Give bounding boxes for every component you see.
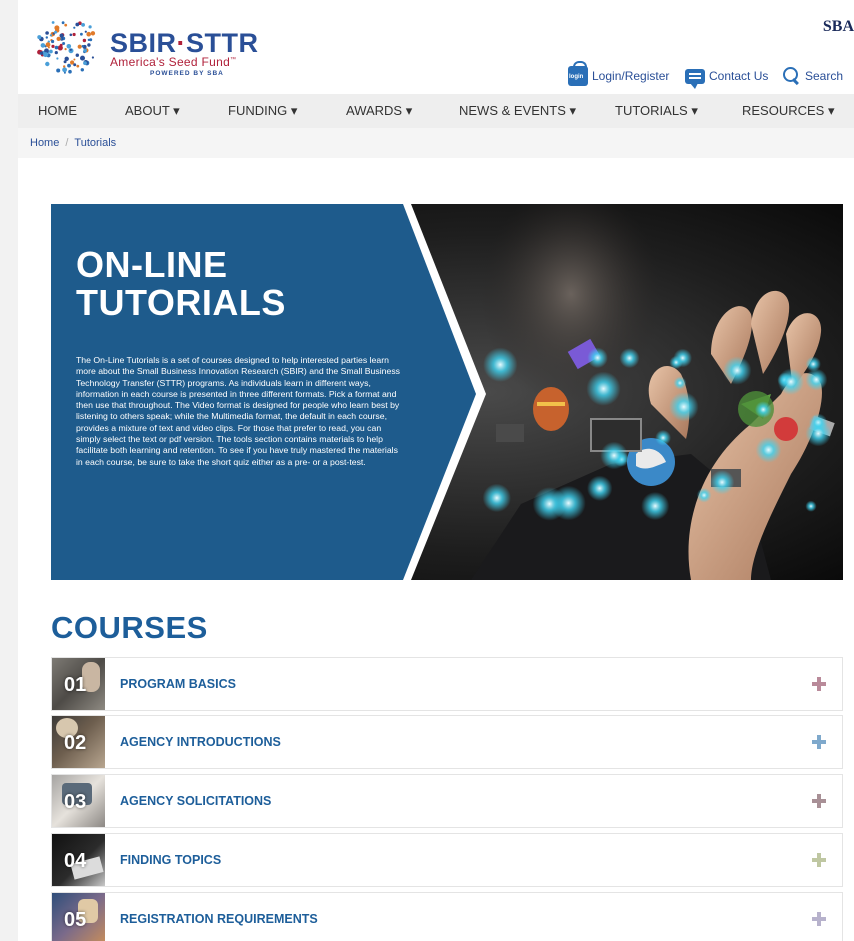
course-title[interactable]: REGISTRATION REQUIREMENTS (120, 893, 318, 941)
course-item[interactable]: 04 FINDING TOPICS (51, 833, 843, 887)
hero-banner: ON-LINE TUTORIALS The On-Line Tutorials … (51, 204, 843, 580)
contact-us-link[interactable]: Contact Us (685, 65, 769, 89)
nav-resources[interactable]: RESOURCES ▾ (742, 94, 835, 128)
course-number: 05 (64, 909, 87, 931)
course-number: 04 (64, 850, 87, 872)
expand-plus-icon[interactable] (812, 735, 826, 749)
courses-heading: COURSES (51, 610, 208, 645)
nav-awards[interactable]: AWARDS ▾ (346, 94, 412, 128)
search-label: Search (805, 69, 844, 83)
course-number: 02 (64, 732, 87, 754)
course-title[interactable]: AGENCY SOLICITATIONS (120, 775, 271, 827)
course-thumbnail: 05 (52, 893, 105, 941)
breadcrumb: Home / Tutorials (18, 128, 854, 158)
contact-us-label: Contact Us (709, 69, 769, 83)
nav-funding[interactable]: FUNDING ▾ (228, 94, 297, 128)
nav-home[interactable]: HOME (38, 94, 77, 128)
expand-plus-icon[interactable] (812, 853, 826, 867)
nav-tutorials[interactable]: TUTORIALS ▾ (615, 94, 698, 128)
search-icon (783, 67, 801, 85)
expand-plus-icon[interactable] (812, 794, 826, 808)
sba-logo[interactable]: SBA (823, 18, 854, 36)
expand-plus-icon[interactable] (812, 912, 826, 926)
hero-description: The On-Line Tutorials is a set of course… (76, 355, 401, 467)
logo-powered-by: POWERED BY SBA (150, 70, 224, 77)
course-number: 03 (64, 791, 87, 813)
course-thumbnail: 01 (52, 658, 105, 710)
hero-title: ON-LINE TUTORIALS (76, 244, 286, 323)
course-thumbnail: 04 (52, 834, 105, 886)
logo-dots-icon[interactable] (32, 12, 104, 78)
course-title[interactable]: PROGRAM BASICS (120, 658, 236, 710)
course-item[interactable]: 01 PROGRAM BASICS (51, 657, 843, 711)
main-nav: HOME ABOUT ▾ FUNDING ▾ AWARDS ▾ NEWS & E… (18, 94, 854, 128)
course-title[interactable]: FINDING TOPICS (120, 834, 221, 886)
course-item[interactable]: 05 REGISTRATION REQUIREMENTS (51, 892, 843, 941)
course-thumbnail: 02 (52, 716, 105, 768)
course-title[interactable]: AGENCY INTRODUCTIONS (120, 716, 281, 768)
chat-bubble-icon (685, 68, 705, 89)
nav-about[interactable]: ABOUT ▾ (125, 94, 180, 128)
breadcrumb-home[interactable]: Home (30, 137, 59, 149)
site-header: SBIR·STTR America's Seed Fund™ POWERED B… (18, 0, 854, 94)
course-item[interactable]: 03 AGENCY SOLICITATIONS (51, 774, 843, 828)
course-thumbnail: 03 (52, 775, 105, 827)
nav-news-events[interactable]: NEWS & EVENTS ▾ (459, 94, 576, 128)
login-register-link[interactable]: login Login/Register (568, 61, 670, 87)
login-register-label: Login/Register (592, 69, 670, 83)
lock-icon: login (568, 61, 588, 86)
course-number: 01 (64, 674, 87, 696)
expand-plus-icon[interactable] (812, 677, 826, 691)
breadcrumb-current[interactable]: Tutorials (74, 137, 116, 149)
search-link[interactable]: Search (783, 65, 843, 87)
left-gutter (0, 0, 18, 941)
logo-tagline: America's Seed Fund™ (110, 55, 237, 69)
course-item[interactable]: 02 AGENCY INTRODUCTIONS (51, 715, 843, 769)
